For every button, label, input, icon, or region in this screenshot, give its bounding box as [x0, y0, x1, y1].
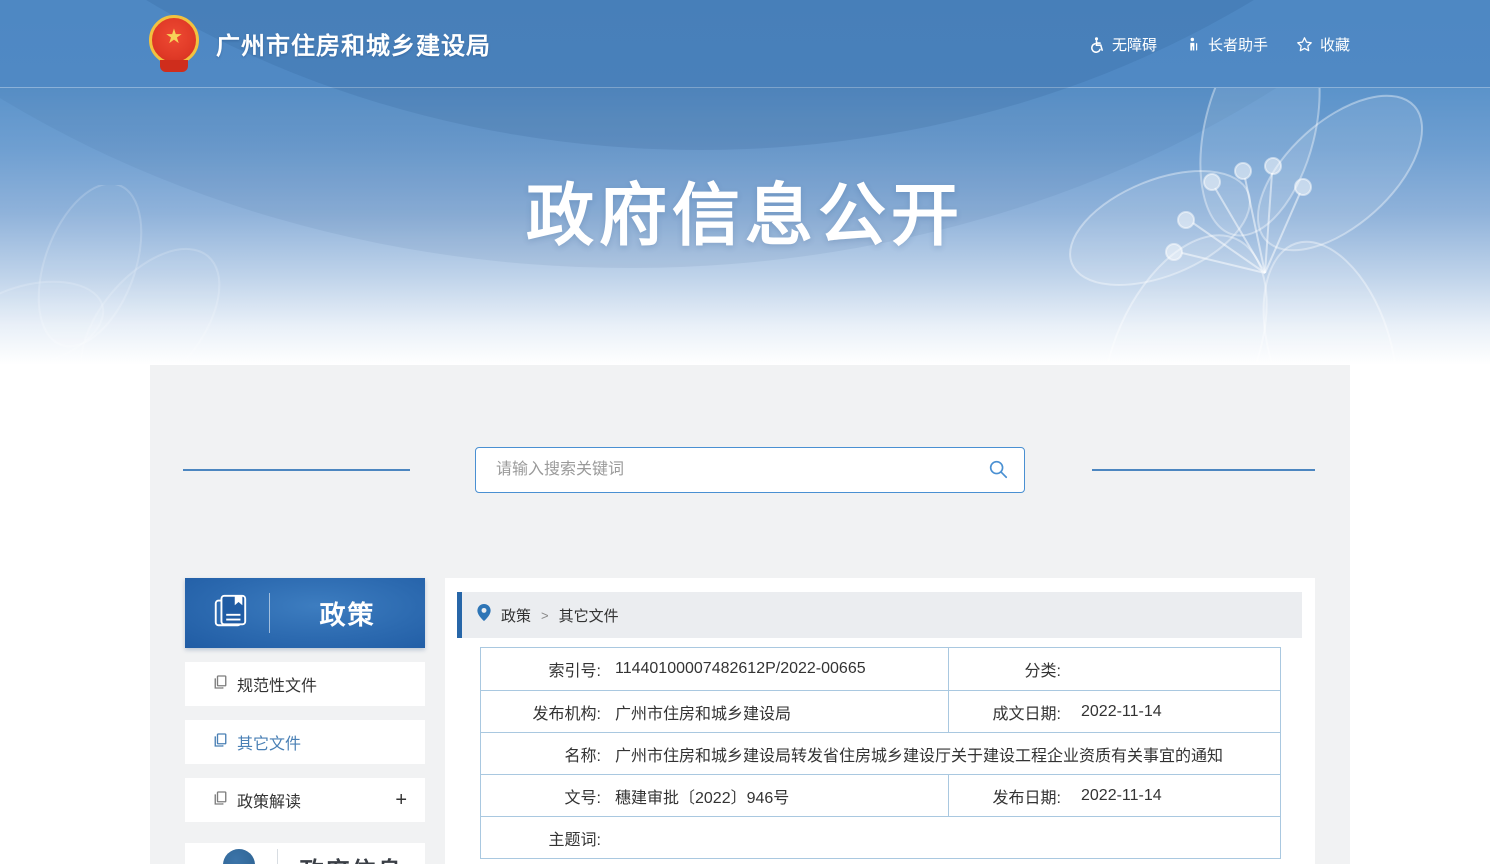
table-cell-document-name: 名称: 广州市住房和城乡建设局转发省住房城乡建设厅关于建设工程企业资质有关事宜的… — [481, 733, 1280, 774]
sidebar-item-normative-documents[interactable]: 规范性文件 — [185, 662, 425, 706]
field-label: 发布机构: — [481, 700, 601, 724]
field-value: 广州市住房和城乡建设局转发省住房城乡建设厅关于建设工程企业资质有关事宜的通知 — [615, 742, 1223, 766]
field-label: 分类: — [949, 657, 1061, 681]
accessibility-link[interactable]: 无障碍 — [1088, 34, 1157, 55]
table-cell-publish-date: 发布日期: 2022-11-14 — [948, 775, 1280, 816]
elder-assistant-link[interactable]: 长者助手 — [1185, 34, 1268, 55]
search-button[interactable] — [972, 448, 1024, 492]
search-input[interactable] — [476, 448, 972, 492]
top-utility-links: 无障碍 长者助手 收藏 — [1088, 0, 1350, 88]
sidebar-item-policy-interpretation[interactable]: 政策解读 + — [185, 778, 425, 822]
table-cell-category: 分类: — [948, 648, 1280, 690]
field-label: 成文日期: — [949, 700, 1061, 724]
emblem-ribbon — [160, 60, 188, 72]
top-header: ★ 广州市住房和城乡建设局 无障碍 — [0, 0, 1490, 88]
field-value: 广州市住房和城乡建设局 — [615, 700, 791, 724]
field-label: 主题词: — [481, 826, 601, 850]
document-icon — [213, 790, 237, 811]
right-decorative-line — [1092, 469, 1315, 471]
field-label: 发布日期: — [949, 784, 1061, 808]
table-row-issuer: 发布机构: 广州市住房和城乡建设局 成文日期: 2022-11-14 — [481, 690, 1280, 732]
left-decorative-line — [183, 469, 410, 471]
breadcrumb-separator: > — [541, 608, 549, 623]
table-row-keywords: 主题词: — [481, 816, 1280, 858]
table-cell-keywords: 主题词: — [481, 817, 1280, 858]
search-icon — [987, 458, 1009, 483]
site-logo-and-title[interactable]: ★ 广州市住房和城乡建设局 — [148, 14, 491, 72]
sidebar-item-label: 规范性文件 — [237, 672, 317, 696]
page: ★ 广州市住房和城乡建设局 无障碍 — [0, 0, 1490, 864]
elder-assistant-label: 长者助手 — [1208, 34, 1268, 55]
sidebar-next-section-title: 政府信息 — [278, 849, 425, 864]
table-cell-document-number: 文号: 穗建审批〔2022〕946号 — [481, 775, 948, 816]
sidebar-item-other-documents[interactable]: 其它文件 — [185, 720, 425, 764]
field-label: 文号: — [481, 784, 601, 808]
sidebar-section-title: 政策 — [270, 595, 425, 632]
sidebar-item-label: 其它文件 — [237, 730, 301, 754]
breadcrumb-item-other-documents[interactable]: 其它文件 — [559, 605, 619, 626]
breadcrumb-item-policy[interactable]: 政策 — [501, 605, 531, 626]
content-container: 政策 规范性文件 其它文件 — [150, 365, 1350, 864]
book-icon — [211, 592, 249, 635]
field-label: 索引号: — [481, 657, 601, 681]
breadcrumb: 政策 > 其它文件 — [457, 592, 1302, 638]
search-box — [475, 447, 1025, 493]
expand-plus-icon[interactable]: + — [395, 790, 407, 810]
table-row-index: 索引号: 11440100007482612P/2022-00665 分类: — [481, 648, 1280, 690]
table-cell-index-number: 索引号: 11440100007482612P/2022-00665 — [481, 648, 948, 690]
location-pin-icon — [477, 604, 501, 626]
site-title: 广州市住房和城乡建设局 — [216, 26, 491, 61]
page-title: 政府信息公开 — [0, 160, 1490, 259]
favorite-label: 收藏 — [1320, 34, 1350, 55]
main-panel: 政策 > 其它文件 索引号: 11440100007482612P/2022-0… — [445, 578, 1315, 864]
document-icon — [213, 732, 237, 753]
wheelchair-icon — [1088, 36, 1105, 53]
national-emblem-logo: ★ — [148, 14, 200, 72]
field-label: 名称: — [481, 742, 601, 766]
sidebar-section-government-info: 政府信息 — [185, 843, 425, 864]
emblem-star-icon: ★ — [165, 27, 183, 47]
star-icon — [1296, 36, 1313, 53]
sidebar: 政策 规范性文件 其它文件 — [185, 578, 425, 864]
favorite-link[interactable]: 收藏 — [1296, 34, 1350, 55]
table-cell-issuing-agency: 发布机构: 广州市住房和城乡建设局 — [481, 691, 948, 732]
accessibility-label: 无障碍 — [1112, 34, 1157, 55]
elder-icon — [1185, 36, 1201, 53]
field-value: 穗建审批〔2022〕946号 — [615, 784, 789, 808]
document-detail-table: 索引号: 11440100007482612P/2022-00665 分类: 发… — [480, 647, 1281, 859]
sidebar-item-label: 政策解读 — [237, 788, 301, 812]
field-value: 2022-11-14 — [1081, 703, 1162, 721]
document-icon — [213, 674, 237, 695]
field-value: 11440100007482612P/2022-00665 — [615, 660, 866, 678]
breadcrumb-accent-bar — [457, 592, 462, 638]
table-row-doc-number: 文号: 穗建审批〔2022〕946号 发布日期: 2022-11-14 — [481, 774, 1280, 816]
table-cell-written-date: 成文日期: 2022-11-14 — [948, 691, 1280, 732]
circle-icon — [223, 849, 255, 864]
table-row-name: 名称: 广州市住房和城乡建设局转发省住房城乡建设厅关于建设工程企业资质有关事宜的… — [481, 732, 1280, 774]
sidebar-section-policy: 政策 — [185, 578, 425, 648]
field-value: 2022-11-14 — [1081, 787, 1162, 805]
